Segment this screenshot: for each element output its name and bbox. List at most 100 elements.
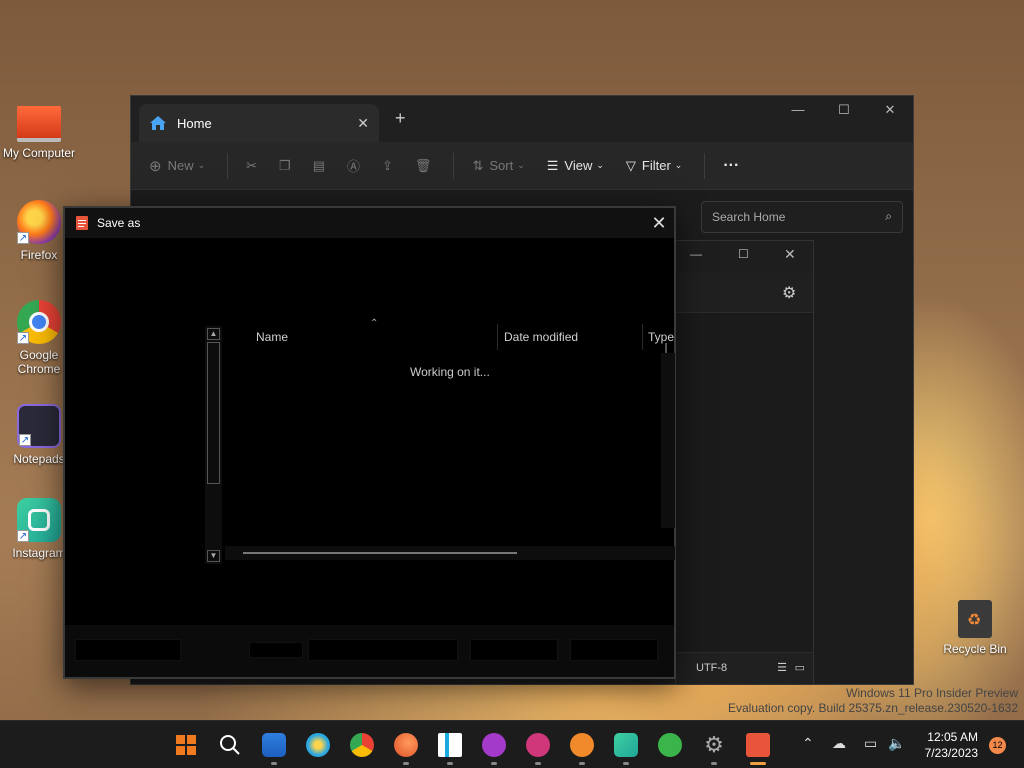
desktop-icon-my-computer[interactable]: My Computer — [0, 106, 78, 160]
rename-icon: Ⓐ — [347, 159, 361, 174]
notepad-icon — [76, 216, 88, 230]
lightbulb-taskbar-button[interactable] — [570, 733, 594, 765]
taskbar: ⚙ ⌃ ☁ ▭ 🔈 12:05 AM 7/23/2023 12 — [0, 720, 1024, 768]
copy-button[interactable]: ❐ — [279, 158, 291, 174]
instagram-icon: ↗ — [17, 498, 61, 542]
clock-time: 12:05 AM — [927, 730, 978, 744]
scroll-up-arrow-icon[interactable]: ▲ — [207, 328, 220, 340]
dialog-footer — [65, 625, 674, 677]
sort-label: Sort — [489, 158, 514, 173]
volume-icon[interactable]: 🔈 — [888, 735, 905, 752]
notepads-icon: ↗ — [17, 404, 61, 448]
toolbar-divider — [704, 152, 706, 179]
desktop-icon-label: My Computer — [2, 146, 76, 160]
notepads-window: — ☐ ✕ ⚙ UTF-8 ☰ ▭ — [675, 240, 814, 685]
scroll-thumb[interactable] — [207, 342, 220, 484]
gear-icon[interactable]: ⚙ — [782, 283, 796, 303]
search-button[interactable] — [218, 733, 242, 757]
sort-ascending-icon: ⌃ — [370, 318, 379, 329]
more-options-button[interactable]: ··· — [723, 157, 739, 175]
new-label: New — [167, 158, 194, 173]
footer-placeholder-block — [308, 639, 458, 661]
minimize-button[interactable]: — — [690, 247, 702, 261]
chevron-down-icon: ⌄ — [596, 160, 604, 170]
square-icon[interactable]: ▭ — [795, 661, 805, 674]
chevron-down-icon: ⌄ — [517, 160, 525, 170]
search-icon: ⌕ — [885, 209, 892, 223]
chevron-down-icon: ⌄ — [674, 160, 683, 170]
shortcut-arrow-icon: ↗ — [19, 434, 31, 446]
close-button[interactable]: ✕ — [644, 213, 674, 234]
windows-logo-icon — [176, 735, 196, 755]
search-input[interactable]: Search Home ⌕ — [701, 201, 903, 233]
notion-taskbar-button[interactable] — [438, 733, 462, 765]
share-icon: ⇪ — [382, 157, 393, 173]
sort-icon: ⇅ — [472, 157, 484, 173]
network-icon[interactable]: ▭ — [864, 735, 877, 752]
cloud-offline-icon[interactable]: ☁ — [832, 735, 846, 752]
shortcut-arrow-icon: ↗ — [17, 232, 29, 244]
copy-icon: ❐ — [279, 157, 291, 173]
settings-taskbar-button[interactable]: ⚙ — [702, 733, 726, 765]
notification-badge[interactable]: 12 — [989, 737, 1006, 754]
notepads-taskbar-button[interactable] — [746, 733, 770, 765]
save-as-dialog: Save as ✕ ▲ ▼ ⌃ Name Date modified Type … — [63, 206, 676, 679]
chrome-taskbar-button[interactable] — [350, 733, 374, 757]
chrome-icon: ↗ — [17, 300, 61, 344]
scroll-thumb[interactable] — [243, 552, 517, 554]
clock-date: 7/23/2023 — [924, 746, 978, 760]
new-button[interactable]: ⊕ New ⌄ — [149, 157, 205, 175]
column-header-date-modified[interactable]: Date modified — [504, 330, 578, 344]
close-button[interactable]: ✕ — [784, 246, 796, 263]
home-icon — [150, 116, 166, 130]
start-button[interactable] — [174, 733, 198, 757]
vertical-scrollbar[interactable]: ▲ ▼ — [205, 326, 222, 564]
rename-button[interactable]: Ⓐ — [347, 156, 360, 175]
firefox-taskbar-button[interactable] — [306, 733, 330, 757]
footer-placeholder-block — [249, 642, 303, 658]
scroll-down-arrow-icon[interactable]: ▼ — [207, 550, 220, 562]
shortcut-arrow-icon: ↗ — [17, 530, 29, 542]
close-button[interactable]: ✕ — [867, 96, 913, 124]
whatsapp-taskbar-button[interactable] — [482, 733, 506, 765]
list-view-icon[interactable]: ☰ — [777, 661, 787, 674]
tab-home[interactable]: Home ✕ — [139, 104, 379, 142]
clock[interactable]: 12:05 AM 7/23/2023 — [925, 729, 978, 761]
plus-circle-icon: ⊕ — [149, 157, 162, 175]
maximize-button[interactable]: ☐ — [821, 96, 867, 124]
instagram-taskbar-button[interactable] — [614, 733, 638, 765]
search-placeholder: Search Home — [712, 210, 786, 224]
cut-button[interactable]: ✂ — [246, 158, 257, 174]
share-button[interactable]: ⇪ — [382, 158, 393, 174]
spotify-taskbar-button[interactable] — [526, 733, 550, 765]
recycle-bin-icon: ♻ — [958, 600, 992, 638]
column-header-type[interactable]: Type — [648, 330, 674, 344]
column-header-name[interactable]: Name — [256, 330, 288, 344]
messenger-taskbar-button[interactable] — [658, 733, 682, 757]
edge-taskbar-button[interactable] — [394, 733, 418, 765]
desktop-icon-recycle-bin[interactable]: ♻ Recycle Bin — [936, 600, 1014, 656]
delete-button[interactable]: 🗑 — [415, 158, 432, 174]
status-bar: UTF-8 ☰ ▭ — [676, 652, 813, 684]
footer-placeholder-block — [75, 639, 181, 661]
encoding-label[interactable]: UTF-8 — [696, 662, 727, 674]
tab-label: Home — [177, 115, 212, 131]
filter-icon: ▽ — [625, 157, 636, 173]
new-tab-button[interactable]: + — [395, 108, 406, 129]
maximize-button[interactable]: ☐ — [738, 247, 749, 261]
filter-button[interactable]: ▽ Filter ⌄ — [626, 158, 682, 174]
column-divider — [642, 324, 643, 350]
chevron-down-icon: ⌄ — [197, 160, 206, 170]
horizontal-scrollbar[interactable] — [225, 546, 675, 560]
paste-button[interactable]: ▤ — [313, 158, 325, 174]
sort-button[interactable]: ⇅ Sort ⌄ — [472, 158, 524, 174]
minimize-button[interactable]: — — [775, 96, 821, 124]
search-icon — [220, 735, 240, 755]
close-tab-icon[interactable]: ✕ — [357, 115, 369, 132]
chevron-up-icon[interactable]: ⌃ — [802, 735, 814, 752]
file-explorer-taskbar-button[interactable] — [262, 733, 286, 765]
footer-placeholder-block — [470, 639, 558, 661]
view-button[interactable]: ☰ View ⌄ — [547, 158, 604, 174]
filter-label: Filter — [641, 158, 671, 173]
toolbar-divider — [227, 152, 229, 179]
